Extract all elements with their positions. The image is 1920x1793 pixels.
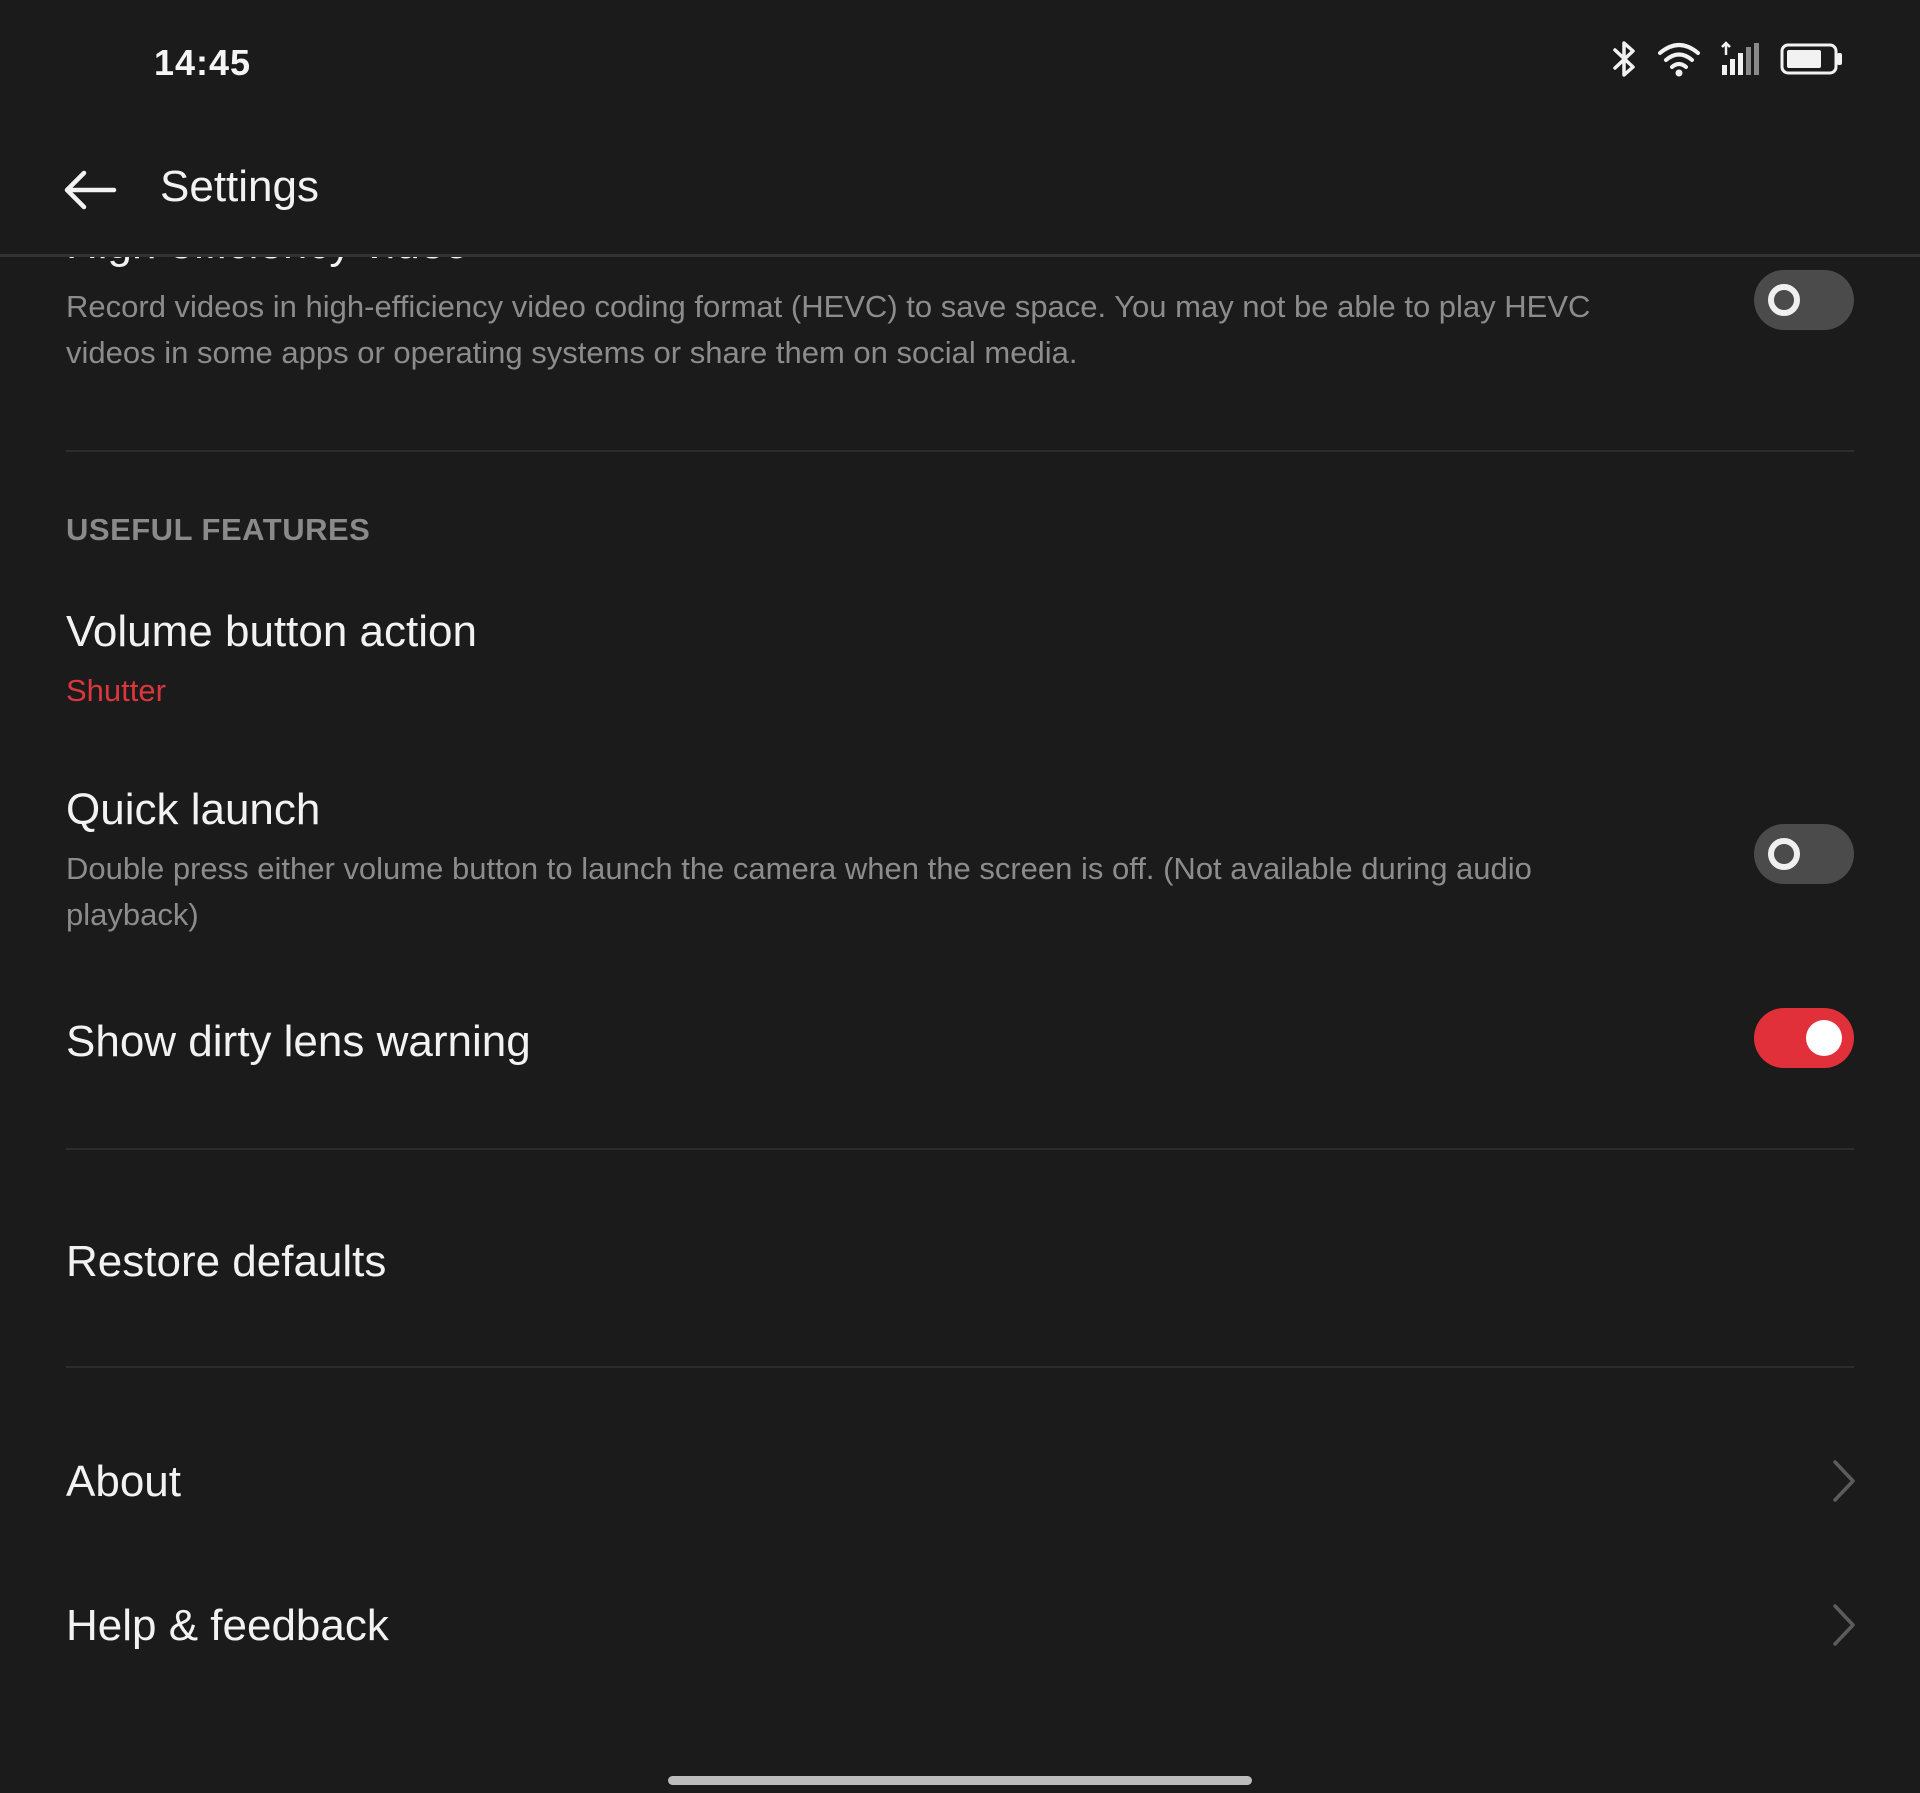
quick-launch-toggle[interactable]: [1754, 824, 1854, 884]
setting-dirty-lens-warning-title: Show dirty lens warning: [66, 1017, 531, 1066]
status-time: 14:45: [154, 42, 252, 83]
setting-about[interactable]: About: [66, 1456, 1854, 1508]
bluetooth-icon: [1612, 40, 1638, 78]
setting-help-feedback[interactable]: Help & feedback: [66, 1600, 1854, 1652]
setting-help-feedback-title: Help & feedback: [66, 1601, 389, 1650]
toggle-knob: [1768, 284, 1800, 316]
divider: [66, 1366, 1854, 1368]
setting-quick-launch-description: Double press either volume button to lau…: [66, 851, 1532, 932]
back-arrow-icon: [62, 168, 118, 217]
chevron-right-icon: [1830, 1458, 1858, 1509]
setting-hevc[interactable]: High efficiency video Record videos in h…: [66, 254, 1854, 376]
setting-hevc-description: Record videos in high-efficiency video c…: [66, 289, 1591, 370]
setting-dirty-lens-warning[interactable]: Show dirty lens warning: [66, 1016, 1854, 1068]
wifi-icon: [1658, 41, 1700, 77]
restore-defaults-title: Restore defaults: [66, 1237, 387, 1286]
camera-settings-screen: 14:45 Settings Record videos in high-eff…: [0, 0, 1920, 1793]
battery-icon: [1780, 42, 1844, 76]
status-icons: [1612, 40, 1844, 78]
dirty-lens-warning-toggle[interactable]: [1754, 1008, 1854, 1068]
hevc-toggle[interactable]: [1754, 270, 1854, 330]
home-indicator[interactable]: [668, 1776, 1252, 1785]
setting-volume-button-action-value: Shutter: [66, 673, 166, 708]
divider: [66, 450, 1854, 452]
status-bar: 14:45: [0, 0, 1920, 128]
setting-about-title: About: [66, 1457, 181, 1506]
chevron-right-icon: [1830, 1602, 1858, 1653]
restore-defaults-button[interactable]: Restore defaults: [66, 1236, 1854, 1288]
back-button[interactable]: [54, 156, 126, 228]
toggle-knob: [1806, 1020, 1842, 1056]
toggle-knob: [1768, 838, 1800, 870]
setting-volume-button-action-title: Volume button action: [66, 607, 477, 656]
setting-quick-launch-title: Quick launch: [66, 785, 321, 834]
setting-quick-launch[interactable]: Quick launch Double press either volume …: [66, 784, 1854, 938]
settings-list[interactable]: High efficiency video Record videos in h…: [0, 254, 1920, 1793]
section-header-useful-features: USEFUL FEATURES: [66, 512, 371, 547]
page-title: Settings: [160, 162, 319, 211]
divider: [66, 1148, 1854, 1150]
setting-volume-button-action[interactable]: Volume button action Shutter: [66, 606, 1854, 714]
signal-icon: [1720, 41, 1760, 77]
app-bar: Settings: [0, 128, 1920, 257]
